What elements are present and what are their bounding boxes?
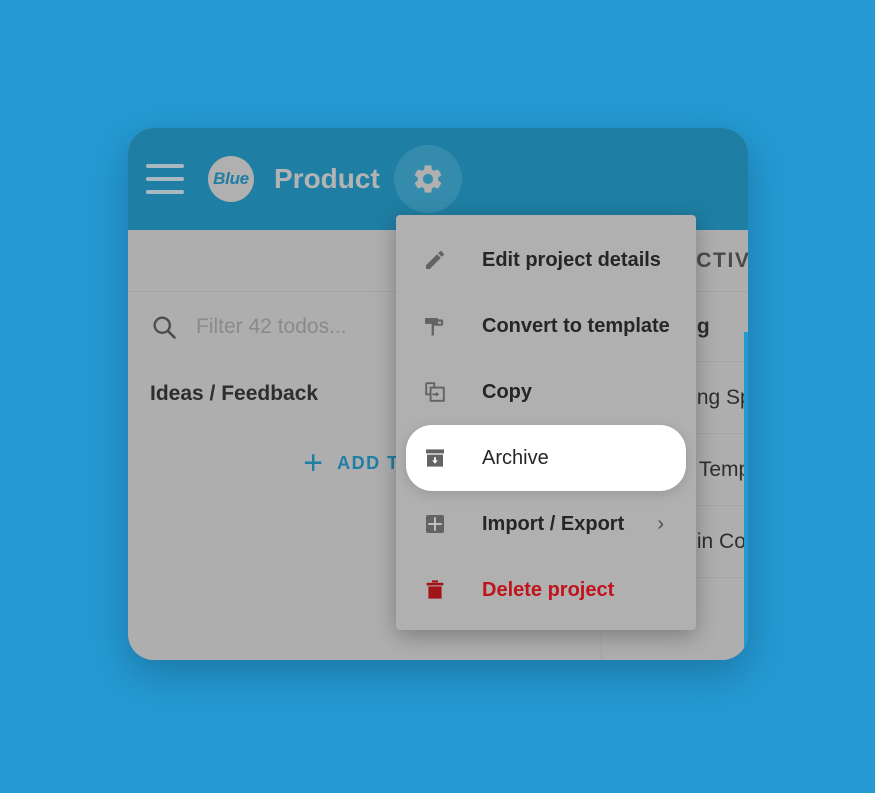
copy-icon [418, 380, 452, 404]
page-root: Blue Product ACTIVITY Filter 42 todos... [0, 0, 875, 793]
paint-roller-icon [418, 314, 452, 338]
menu-item-copy[interactable]: Copy [396, 359, 696, 425]
hamburger-bar-3 [146, 190, 184, 194]
menu-item-convert-to-template[interactable]: Convert to template [396, 293, 696, 359]
menu-item-delete-project[interactable]: Delete project [396, 557, 696, 623]
brand-logo-text: Blue [213, 169, 249, 188]
search-icon [153, 316, 176, 339]
hamburger-bar-1 [146, 164, 184, 168]
menu-item-label: Copy [482, 380, 532, 403]
menu-item-label: Convert to template [482, 314, 670, 337]
menu-item-import-export[interactable]: Import / Export › [396, 491, 696, 557]
gear-icon [414, 165, 442, 193]
menu-item-label: Delete project [482, 578, 615, 601]
archive-icon [418, 446, 452, 470]
menu-item-label: Import / Export [482, 512, 625, 535]
filter-input[interactable]: Filter 42 todos... [196, 315, 347, 339]
brand-logo[interactable]: Blue [208, 156, 254, 202]
hamburger-menu-icon[interactable] [146, 164, 184, 194]
menu-item-label: Edit project details [482, 248, 661, 271]
import-export-icon [418, 512, 452, 536]
hamburger-bar-2 [146, 177, 184, 181]
project-settings-menu: Edit project details Convert to template [396, 215, 696, 630]
pencil-icon [418, 248, 452, 272]
menu-item-edit-project-details[interactable]: Edit project details [396, 227, 696, 293]
menu-item-archive[interactable]: Archive [406, 425, 686, 491]
plus-icon: + [303, 444, 324, 482]
board-accent-stripe [744, 332, 748, 660]
project-settings-button[interactable] [393, 145, 462, 213]
menu-item-label: Archive [482, 446, 549, 469]
chevron-right-icon: › [657, 513, 664, 535]
page-title: Product [274, 163, 380, 194]
trash-icon [418, 578, 452, 602]
